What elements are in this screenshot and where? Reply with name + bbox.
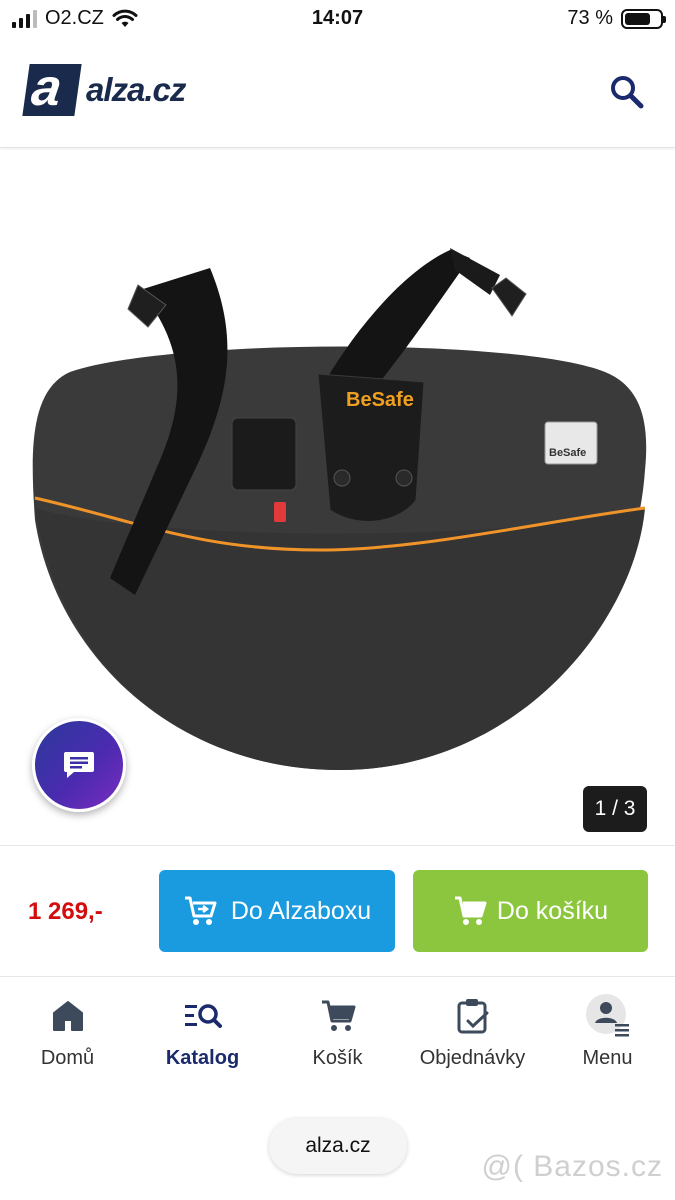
cart-arrow-icon	[184, 896, 217, 925]
alza-logo[interactable]: a alza.cz	[22, 59, 186, 117]
nav-item-cart[interactable]: Košík	[270, 995, 405, 1070]
search-icon	[611, 76, 644, 109]
user-menu-icon	[585, 994, 629, 1037]
catalog-search-icon	[184, 1004, 222, 1028]
nav-item-orders[interactable]: Objednávky	[405, 995, 540, 1070]
home-icon	[52, 1001, 83, 1031]
chat-button[interactable]	[32, 718, 126, 812]
browser-url-bar[interactable]: alza.cz	[269, 1118, 407, 1174]
add-to-alzabox-button[interactable]: Do Alzaboxu	[159, 870, 395, 952]
logo-mark: a	[22, 59, 82, 117]
cart-icon	[454, 896, 487, 925]
nav-item-menu[interactable]: Menu	[540, 994, 675, 1070]
nav-item-home[interactable]: Domů	[0, 995, 135, 1070]
nav-item-catalog[interactable]: Katalog	[135, 995, 270, 1070]
svg-text:BeSafe: BeSafe	[346, 389, 414, 411]
nav-label-catalog: Katalog	[165, 1047, 240, 1069]
watermark: @( Bazos.cz	[481, 1150, 663, 1183]
nav-label-menu: Menu	[582, 1047, 633, 1069]
bottom-navigation: Domů Katalog Košík Objednávky Menu	[0, 976, 675, 1096]
image-counter: 1 / 3	[583, 786, 647, 832]
buy-bar: 1 269,- Do Alzaboxu Do košíku	[0, 845, 675, 975]
battery-percent: 73 %	[567, 7, 613, 29]
url-text: alza.cz	[305, 1134, 371, 1157]
alzabox-label: Do Alzaboxu	[230, 896, 372, 925]
nav-label-orders: Objednávky	[419, 1047, 526, 1069]
logo-text: alza.cz	[86, 71, 186, 108]
battery-icon	[621, 8, 666, 29]
nav-label-home: Domů	[40, 1047, 95, 1069]
search-button[interactable]	[609, 74, 645, 110]
site-header: a alza.cz	[0, 40, 675, 148]
product-price: 1 269,-	[28, 898, 103, 925]
nav-label-cart: Košík	[312, 1047, 363, 1069]
svg-text:BeSafe: BeSafe	[549, 447, 586, 459]
orders-clipboard-icon	[457, 999, 488, 1034]
cart-icon	[321, 1000, 355, 1031]
status-right: 73 %	[567, 7, 666, 30]
add-to-cart-button[interactable]: Do košíku	[413, 870, 648, 952]
chat-icon	[64, 752, 94, 778]
status-bar: O2.CZ 14:07 73 %	[0, 0, 675, 38]
cart-label: Do košíku	[496, 896, 609, 925]
